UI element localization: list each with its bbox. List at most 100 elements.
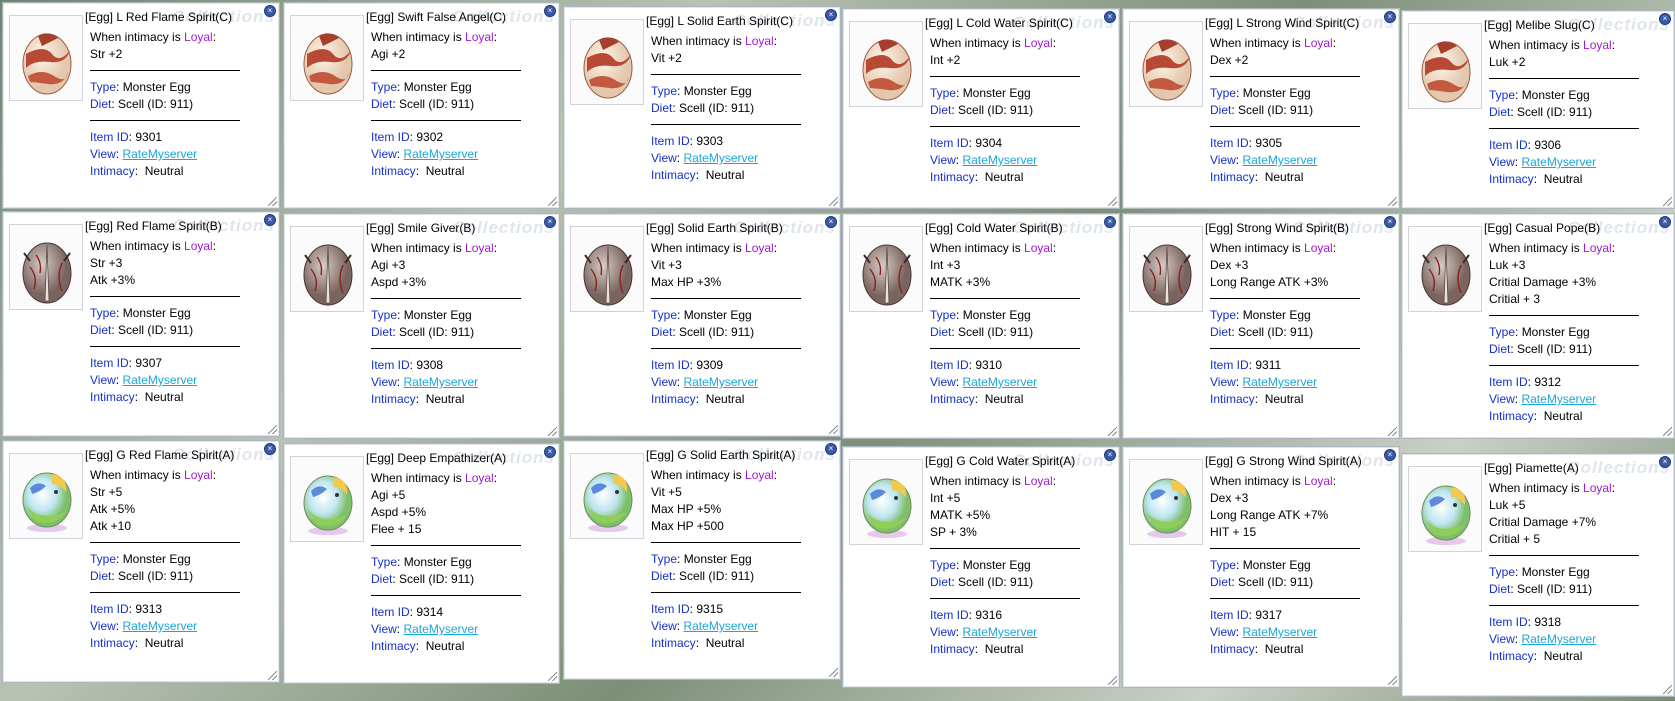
item-tooltip-window[interactable]: Collections × [Egg] G Solid Earth Spirit…: [563, 440, 841, 680]
close-icon[interactable]: ×: [825, 443, 837, 455]
diet-label: Diet: [1489, 342, 1511, 356]
bonus-line: Max HP +3%: [651, 275, 722, 289]
close-icon[interactable]: ×: [1104, 216, 1116, 228]
view-label: View: [1210, 375, 1236, 389]
item-tooltip-window[interactable]: Collections × [Egg] Swift False Angel(C)…: [283, 2, 560, 209]
close-icon[interactable]: ×: [1384, 11, 1396, 23]
divider: [1210, 298, 1360, 299]
ratemyserver-link[interactable]: RateMyserver: [122, 147, 197, 161]
divider: [651, 592, 801, 593]
resize-grip[interactable]: [829, 425, 838, 434]
item-tooltip-window[interactable]: Collections × [Egg] L Red Flame Spirit(C…: [2, 2, 280, 209]
loyal-label: Loyal: [1583, 241, 1612, 255]
resize-grip[interactable]: [1388, 197, 1397, 206]
resize-grip[interactable]: [548, 672, 557, 681]
ratemyserver-link[interactable]: RateMyserver: [1242, 153, 1317, 167]
item-tooltip-window[interactable]: Collections × [Egg] Strong Wind Spirit(B…: [1122, 213, 1400, 439]
item-tooltip-window[interactable]: Collections × [Egg] Deep Empathizer(A) W…: [283, 443, 560, 684]
item-tooltip-window[interactable]: Collections × [Egg] L Solid Earth Spirit…: [563, 6, 841, 209]
item-id-value: 9313: [135, 602, 163, 616]
resize-grip[interactable]: [1663, 197, 1672, 206]
view-label: View: [371, 375, 397, 389]
diet-label: Diet: [90, 97, 112, 111]
close-icon[interactable]: ×: [544, 446, 556, 458]
item-tooltip-window[interactable]: Collections × [Egg] Piamette(A) When int…: [1401, 453, 1675, 697]
divider: [371, 70, 521, 71]
diet-label: Diet: [1489, 582, 1511, 596]
close-icon[interactable]: ×: [1659, 13, 1671, 25]
resize-grip[interactable]: [1108, 197, 1117, 206]
diet-value: Scell (ID: 911): [399, 97, 475, 111]
ratemyserver-link[interactable]: RateMyserver: [1242, 625, 1317, 639]
close-icon[interactable]: ×: [544, 5, 556, 17]
divider: [90, 592, 240, 593]
close-icon[interactable]: ×: [1104, 11, 1116, 23]
resize-grip[interactable]: [1388, 427, 1397, 436]
item-tooltip-window[interactable]: Collections × [Egg] Solid Earth Spirit(B…: [563, 213, 841, 437]
ratemyserver-link[interactable]: RateMyserver: [1521, 155, 1596, 169]
item-tooltip-window[interactable]: Collections × [Egg] L Strong Wind Spirit…: [1122, 8, 1400, 209]
close-icon[interactable]: ×: [825, 9, 837, 21]
item-tooltip-window[interactable]: Collections × [Egg] L Cold Water Spirit(…: [842, 8, 1120, 209]
resize-grip[interactable]: [829, 197, 838, 206]
ratemyserver-link[interactable]: RateMyserver: [683, 619, 758, 633]
type-label: Type: [1210, 558, 1237, 572]
item-tooltip-window[interactable]: Collections × [Egg] Red Flame Spirit(B) …: [2, 211, 280, 437]
item-tooltip-window[interactable]: Collections × [Egg] Smile Giver(B) When …: [283, 213, 560, 439]
intimacy-label: Intimacy: [90, 164, 135, 178]
close-icon[interactable]: ×: [264, 5, 276, 17]
item-id-value: 9311: [1255, 358, 1282, 372]
close-icon[interactable]: ×: [264, 443, 276, 455]
item-tooltip-window[interactable]: Collections × [Egg] Melibe Slug(C) When …: [1401, 10, 1675, 209]
item-tooltip-window[interactable]: Collections × [Egg] Cold Water Spirit(B)…: [842, 213, 1120, 439]
ratemyserver-link[interactable]: RateMyserver: [962, 625, 1037, 639]
resize-grip[interactable]: [1388, 676, 1397, 685]
close-icon[interactable]: ×: [1659, 216, 1671, 228]
ratemyserver-link[interactable]: RateMyserver: [403, 622, 478, 636]
ratemyserver-link[interactable]: RateMyserver: [683, 375, 758, 389]
ratemyserver-link[interactable]: RateMyserver: [403, 147, 478, 161]
ratemyserver-link[interactable]: RateMyserver: [122, 373, 197, 387]
intimacy-condition-label: When intimacy is: [651, 241, 746, 255]
type-value: Monster Egg: [962, 86, 1031, 100]
ratemyserver-link[interactable]: RateMyserver: [1521, 632, 1596, 646]
resize-grip[interactable]: [1663, 427, 1672, 436]
close-icon[interactable]: ×: [264, 214, 276, 226]
close-icon[interactable]: ×: [1384, 449, 1396, 461]
item-title: [Egg] G Cold Water Spirit(A): [925, 454, 1076, 468]
divider: [90, 346, 240, 347]
bonus-line: Luk +3: [1489, 258, 1526, 272]
resize-grip[interactable]: [268, 671, 277, 680]
resize-grip[interactable]: [548, 197, 557, 206]
resize-grip[interactable]: [548, 427, 557, 436]
resize-grip[interactable]: [268, 425, 277, 434]
resize-grip[interactable]: [1108, 676, 1117, 685]
ratemyserver-link[interactable]: RateMyserver: [403, 375, 478, 389]
ratemyserver-link[interactable]: RateMyserver: [1242, 375, 1317, 389]
close-icon[interactable]: ×: [825, 216, 837, 228]
item-tooltip-window[interactable]: Collections × [Egg] G Cold Water Spirit(…: [842, 446, 1120, 688]
ratemyserver-link[interactable]: RateMyserver: [683, 151, 758, 165]
resize-grip[interactable]: [268, 197, 277, 206]
resize-grip[interactable]: [829, 668, 838, 677]
intimacy-label: Intimacy: [651, 168, 696, 182]
ratemyserver-link[interactable]: RateMyserver: [962, 375, 1037, 389]
item-tooltip-window[interactable]: Collections × [Egg] G Red Flame Spirit(A…: [2, 440, 280, 683]
item-tooltip-window[interactable]: Collections × [Egg] Casual Pope(B) When …: [1401, 213, 1675, 439]
view-label: View: [1210, 153, 1236, 167]
ratemyserver-link[interactable]: RateMyserver: [1521, 392, 1596, 406]
item-tooltip-window[interactable]: Collections × [Egg] G Strong Wind Spirit…: [1122, 446, 1400, 688]
resize-grip[interactable]: [1663, 685, 1672, 694]
intimacy-condition-label: When intimacy is: [930, 474, 1025, 488]
item-image: [849, 459, 923, 545]
resize-grip[interactable]: [1108, 427, 1117, 436]
close-icon[interactable]: ×: [1104, 449, 1116, 461]
ratemyserver-link[interactable]: RateMyserver: [122, 619, 197, 633]
close-icon[interactable]: ×: [1384, 216, 1396, 228]
close-icon[interactable]: ×: [1659, 456, 1671, 468]
close-icon[interactable]: ×: [544, 216, 556, 228]
divider: [371, 120, 521, 121]
ratemyserver-link[interactable]: RateMyserver: [962, 153, 1037, 167]
diet-value: Scell (ID: 911): [679, 101, 755, 115]
bonus-line: Int +2: [930, 53, 961, 67]
